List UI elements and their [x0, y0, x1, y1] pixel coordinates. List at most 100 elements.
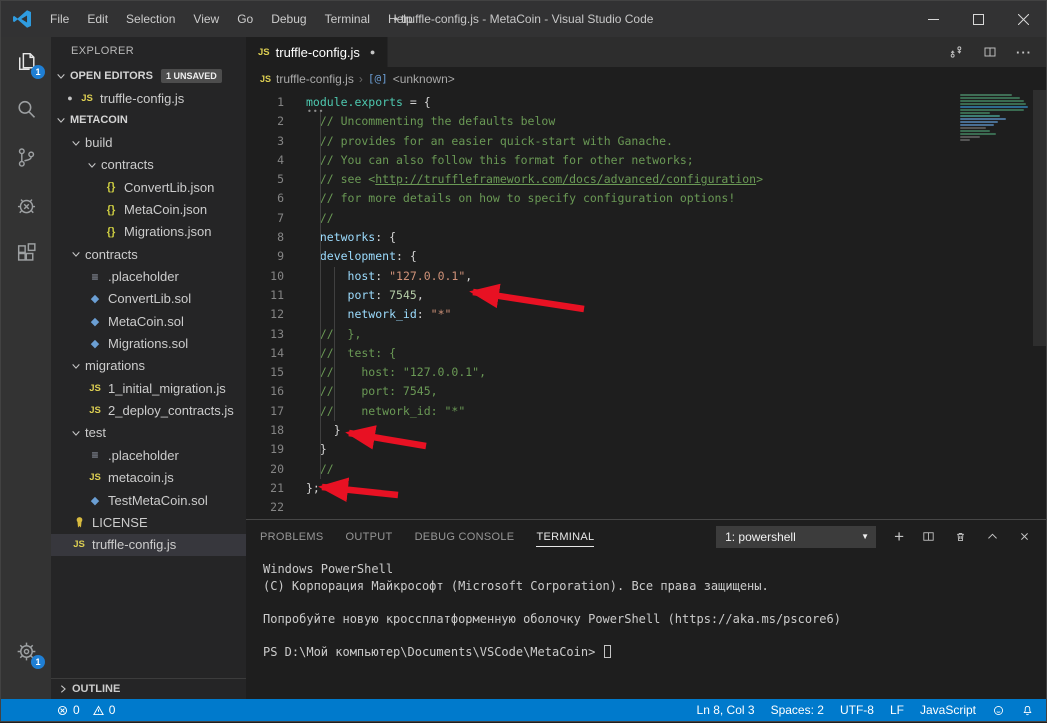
outline-section[interactable]: OUTLINE: [51, 678, 246, 699]
code-line-20[interactable]: 20 //: [246, 460, 1046, 479]
breadcrumb-separator: ›: [359, 72, 363, 86]
code-line-3[interactable]: 3 // provides for an easier quick-start …: [246, 132, 1046, 151]
code-line-2[interactable]: 2 // Uncommenting the defaults below: [246, 112, 1046, 131]
tree-file-testmetacoin-sol[interactable]: ◆TestMetaCoin.sol: [51, 489, 246, 511]
menu-file[interactable]: File: [41, 1, 78, 37]
open-changes-icon[interactable]: [948, 44, 964, 60]
code-line-5[interactable]: 5 // see <http://truffleframework.com/do…: [246, 170, 1046, 189]
more-actions-icon[interactable]: ···: [1016, 45, 1032, 60]
code-line-7[interactable]: 7 //: [246, 209, 1046, 228]
panel-tab-debug-console[interactable]: DEBUG CONSOLE: [415, 527, 515, 547]
status-spaces-2[interactable]: Spaces: 2: [771, 703, 824, 717]
tree-folder-migrations[interactable]: migrations: [51, 355, 246, 377]
tree-file-migrations-json[interactable]: {}Migrations.json: [51, 221, 246, 243]
open-editors-header[interactable]: OPEN EDITORS 1 UNSAVED: [51, 65, 246, 87]
code-line-10[interactable]: 10 host: "127.0.0.1",: [246, 267, 1046, 286]
status-lf[interactable]: LF: [890, 703, 904, 717]
open-editor-item[interactable]: ●JStruffle-config.js: [51, 87, 246, 109]
tree-file-1-initial-migration-js[interactable]: JS1_initial_migration.js: [51, 377, 246, 399]
source-control-icon[interactable]: [1, 133, 51, 181]
kill-terminal-icon[interactable]: [953, 529, 968, 544]
status-utf-8[interactable]: UTF-8: [840, 703, 874, 717]
maximize-button[interactable]: [956, 1, 1001, 37]
menu-view[interactable]: View: [184, 1, 228, 37]
terminal-shell-select[interactable]: 1: powershell ▼: [716, 526, 876, 548]
code-line-13[interactable]: 13 // },: [246, 325, 1046, 344]
json-file-icon: {}: [103, 226, 119, 238]
menu-go[interactable]: Go: [228, 1, 262, 37]
json-file-icon: {}: [103, 181, 119, 193]
code-editor[interactable]: 1module.exports = {2 // Uncommenting the…: [246, 90, 1046, 519]
feedback-icon[interactable]: [992, 704, 1005, 717]
tree-folder-contracts[interactable]: contracts: [51, 243, 246, 265]
panel-tab-output[interactable]: OUTPUT: [346, 527, 393, 547]
code-line-9[interactable]: 9 development: {: [246, 247, 1046, 266]
menu-edit[interactable]: Edit: [78, 1, 117, 37]
tree-folder-contracts[interactable]: contracts: [51, 154, 246, 176]
code-line-21[interactable]: 21};: [246, 479, 1046, 498]
tree-file-truffle-config-js[interactable]: JStruffle-config.js: [51, 534, 246, 556]
code-line-19[interactable]: 19 }: [246, 440, 1046, 459]
debug-icon[interactable]: [1, 181, 51, 229]
explorer-icon[interactable]: 1: [1, 37, 51, 85]
code-line-12[interactable]: 12 network_id: "*": [246, 305, 1046, 324]
code-line-15[interactable]: 15 // host: "127.0.0.1",: [246, 363, 1046, 382]
code-line-1[interactable]: 1module.exports = {: [246, 93, 1046, 112]
breadcrumb-symbol[interactable]: <unknown>: [393, 72, 455, 86]
code-text: // for more details on how to specify co…: [284, 189, 735, 208]
tree-file-metacoin-sol[interactable]: ◆MetaCoin.sol: [51, 310, 246, 332]
code-line-22[interactable]: 22: [246, 498, 1046, 517]
panel-tab-terminal[interactable]: TERMINAL: [536, 527, 594, 547]
tree-file-migrations-sol[interactable]: ◆Migrations.sol: [51, 332, 246, 354]
code-line-6[interactable]: 6 // for more details on how to specify …: [246, 189, 1046, 208]
minimap[interactable]: [960, 94, 1030, 142]
menu-terminal[interactable]: Terminal: [316, 1, 379, 37]
split-editor-icon[interactable]: [982, 44, 998, 60]
breadcrumb-file[interactable]: truffle-config.js: [276, 72, 354, 86]
code-line-8[interactable]: 8 networks: {: [246, 228, 1046, 247]
code-line-18[interactable]: 18 }: [246, 421, 1046, 440]
terminal-line: [263, 594, 1046, 611]
extensions-icon[interactable]: [1, 229, 51, 277]
terminal-output[interactable]: Windows PowerShell(C) Корпорация Майкрос…: [246, 553, 1046, 660]
tree-file-license[interactable]: LICENSE: [51, 511, 246, 533]
minimize-button[interactable]: [911, 1, 956, 37]
tree-file-convertlib-json[interactable]: {}ConvertLib.json: [51, 176, 246, 198]
menu-selection[interactable]: Selection: [117, 1, 184, 37]
tree-file--placeholder[interactable]: ≡.placeholder: [51, 444, 246, 466]
code-line-11[interactable]: 11 port: 7545,: [246, 286, 1046, 305]
menu-debug[interactable]: Debug: [262, 1, 315, 37]
tree-file-metacoin-js[interactable]: JSmetacoin.js: [51, 467, 246, 489]
tree-file--placeholder[interactable]: ≡.placeholder: [51, 265, 246, 287]
tree-file-convertlib-sol[interactable]: ◆ConvertLib.sol: [51, 288, 246, 310]
status-javascript[interactable]: JavaScript: [920, 703, 976, 717]
line-number: 19: [246, 440, 284, 459]
generic-file-icon: ≡: [87, 448, 103, 462]
tab-truffle-config[interactable]: JS truffle-config.js ●: [246, 37, 388, 67]
new-terminal-icon[interactable]: +: [894, 528, 904, 545]
tree-folder-build[interactable]: build: [51, 131, 246, 153]
close-panel-icon[interactable]: [1017, 529, 1032, 544]
status-ln-8-col-3[interactable]: Ln 8, Col 3: [697, 703, 755, 717]
code-line-16[interactable]: 16 // port: 7545,: [246, 382, 1046, 401]
project-root-header[interactable]: METACOIN: [51, 109, 246, 131]
tree-file-metacoin-json[interactable]: {}MetaCoin.json: [51, 198, 246, 220]
code-line-4[interactable]: 4 // You can also follow this format for…: [246, 151, 1046, 170]
error-count[interactable]: 0: [56, 703, 80, 717]
bell-icon[interactable]: [1021, 704, 1034, 717]
warning-count[interactable]: 0: [92, 703, 116, 717]
editor-scrollbar[interactable]: [1033, 90, 1046, 346]
code-line-14[interactable]: 14 // test: {: [246, 344, 1046, 363]
close-window-button[interactable]: [1001, 1, 1046, 37]
terminal-line: PS D:\Мой компьютер\Documents\VSCode\Met…: [263, 644, 1046, 661]
split-terminal-icon[interactable]: [921, 529, 936, 544]
code-text: // test: {: [284, 344, 396, 363]
manage-gear-icon[interactable]: 1: [1, 627, 51, 675]
tree-folder-test[interactable]: test: [51, 422, 246, 444]
code-line-17[interactable]: 17 // network_id: "*": [246, 402, 1046, 421]
tree-file-2-deploy-contracts-js[interactable]: JS2_deploy_contracts.js: [51, 399, 246, 421]
search-icon[interactable]: [1, 85, 51, 133]
panel-tab-problems[interactable]: PROBLEMS: [260, 527, 324, 547]
modified-dot-icon[interactable]: ●: [370, 47, 375, 57]
maximize-panel-icon[interactable]: [985, 529, 1000, 544]
